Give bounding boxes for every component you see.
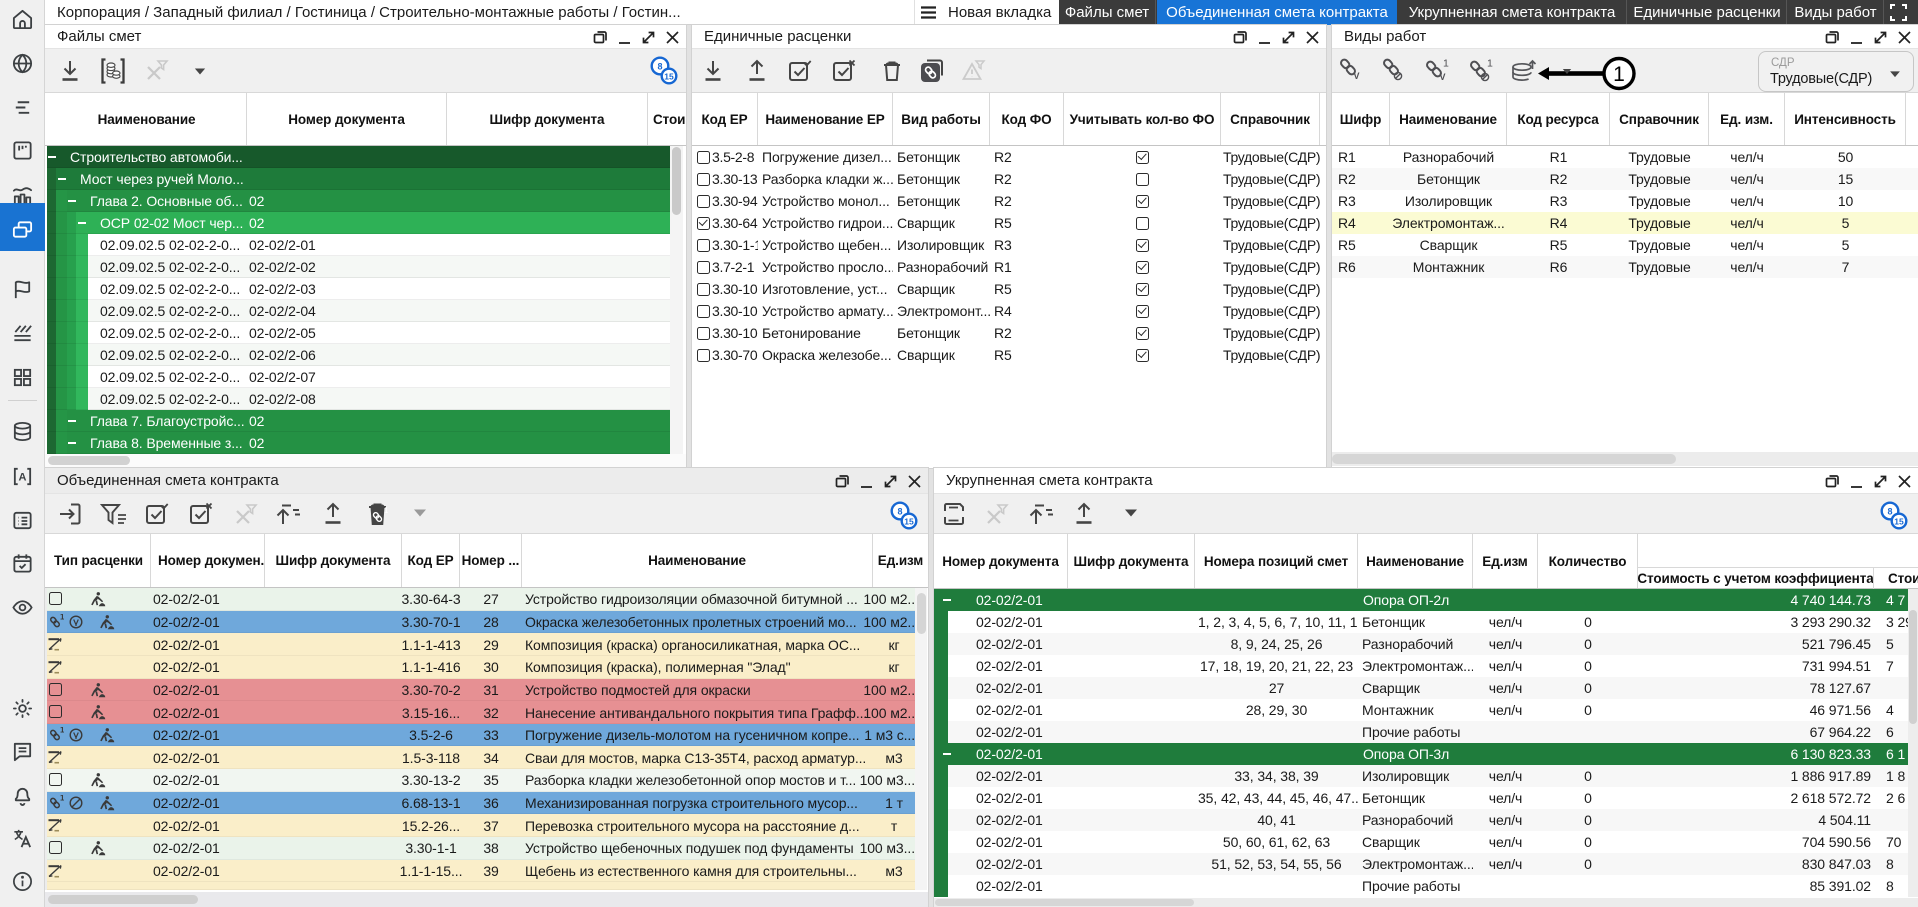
svg-text:15: 15	[1894, 516, 1904, 526]
svg-text:V: V	[1440, 72, 1446, 82]
svg-text:1: 1	[60, 795, 64, 803]
svg-text:8: 8	[657, 62, 662, 72]
svg-text:8: 8	[1887, 507, 1892, 517]
svg-text:15: 15	[904, 516, 914, 526]
svg-text:V: V	[1354, 71, 1360, 81]
svg-text:A: A	[19, 471, 27, 483]
svg-text:1: 1	[384, 506, 389, 515]
svg-text:1: 1	[1443, 58, 1449, 70]
svg-text:1: 1	[60, 614, 64, 622]
svg-text:8: 8	[897, 507, 902, 517]
svg-text:1: 1	[60, 727, 64, 735]
svg-text:15: 15	[664, 71, 674, 81]
svg-text:1: 1	[1487, 58, 1493, 70]
svg-text:1: 1	[1613, 63, 1625, 86]
